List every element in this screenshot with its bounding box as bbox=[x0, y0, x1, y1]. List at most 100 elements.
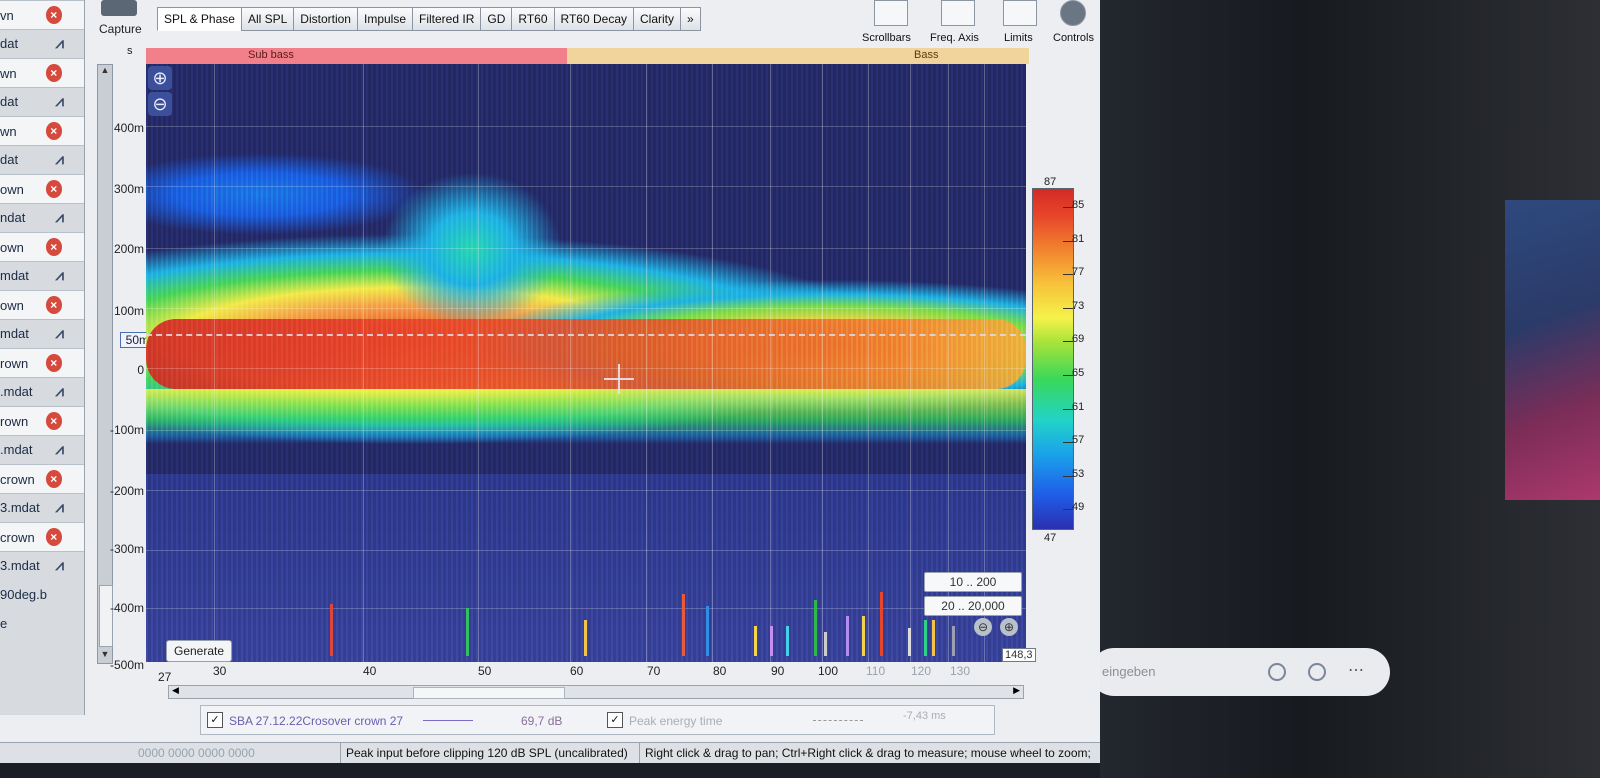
tab-distortion[interactable]: Distortion bbox=[293, 7, 358, 31]
trace-line-sample bbox=[423, 720, 473, 721]
impulse-wave-icon[interactable]: ⩘ bbox=[56, 325, 64, 342]
sidebar-item-file[interactable]: dat ⩘ bbox=[0, 29, 84, 57]
freq-axis-icon[interactable] bbox=[941, 0, 975, 26]
search-bar[interactable]: eingeben ⋯ bbox=[1090, 648, 1390, 696]
impulse-wave-icon[interactable]: ⩘ bbox=[56, 441, 64, 458]
sidebar-item-file[interactable]: 3.mdat ⩘ bbox=[0, 493, 84, 521]
impulse-wave-icon[interactable]: ⩘ bbox=[56, 557, 64, 574]
scrollbars-icon[interactable] bbox=[874, 0, 908, 26]
scroll-thumb[interactable] bbox=[99, 585, 113, 647]
zoom-out-icon[interactable]: ⊖ bbox=[148, 92, 172, 116]
scrollbars-button[interactable]: Scrollbars bbox=[862, 32, 911, 44]
tab-more[interactable]: » bbox=[680, 7, 701, 31]
tab-spl-phase[interactable]: SPL & Phase bbox=[157, 7, 242, 31]
freq-range-preset-b[interactable]: 20 .. 20,000 bbox=[924, 596, 1022, 616]
tab-rt60-decay[interactable]: RT60 Decay bbox=[553, 7, 634, 31]
peak-energy-value: -7,43 ms bbox=[903, 710, 946, 722]
zoom-in-icon[interactable]: ⊕ bbox=[148, 66, 172, 90]
impulse-wave-icon[interactable]: ⩘ bbox=[56, 151, 64, 168]
gear-icon[interactable] bbox=[1060, 0, 1086, 26]
x-axis-max-field[interactable]: 148,3 bbox=[1002, 648, 1036, 662]
sidebar-item-name[interactable]: vn × bbox=[0, 0, 84, 30]
scroll-left-icon[interactable]: ◀ bbox=[172, 685, 179, 696]
impulse-wave-icon[interactable]: ⩘ bbox=[56, 383, 64, 400]
more-icon[interactable]: ⋯ bbox=[1348, 660, 1364, 680]
impulse-marker bbox=[682, 594, 685, 656]
close-icon[interactable]: × bbox=[45, 180, 62, 198]
peak-energy-checkbox[interactable]: ✓ bbox=[607, 712, 623, 728]
impulse-wave-icon[interactable]: ⩘ bbox=[56, 209, 64, 226]
sidebar-item-name[interactable]: wn × bbox=[0, 58, 84, 88]
sidebar-item-name[interactable]: crown × bbox=[0, 522, 84, 552]
sidebar-item-file[interactable]: mdat ⩘ bbox=[0, 319, 84, 347]
controls-button[interactable]: Controls bbox=[1053, 32, 1094, 44]
colorscale-tick-label: 49 bbox=[1072, 501, 1085, 514]
close-icon[interactable]: × bbox=[45, 354, 62, 372]
sidebar-item-name[interactable]: own × bbox=[0, 290, 84, 320]
hscroll-thumb[interactable] bbox=[413, 687, 565, 699]
sidebar-item-file[interactable]: dat ⩘ bbox=[0, 87, 84, 115]
sidebar-item-other[interactable]: 90deg.b bbox=[0, 580, 84, 608]
sidebar-item-file[interactable]: 3.mdat ⩘ bbox=[0, 551, 84, 579]
tab-clarity[interactable]: Clarity bbox=[633, 7, 682, 31]
sidebar-item-file[interactable]: .mdat ⩘ bbox=[0, 377, 84, 405]
freq-axis-button[interactable]: Freq. Axis bbox=[930, 32, 979, 44]
sidebar-item-other[interactable]: e bbox=[0, 609, 84, 637]
close-icon[interactable]: × bbox=[45, 122, 62, 140]
close-icon[interactable]: × bbox=[45, 296, 62, 314]
tab-rt60[interactable]: RT60 bbox=[511, 7, 555, 31]
status-levels: 0000 0000 0000 0000 bbox=[138, 746, 255, 760]
spectrogram-plot[interactable]: ⊕ ⊖ 10 .. 200 20 .. 20,000 ⊖ ⊕ Generate bbox=[146, 64, 1026, 662]
close-icon[interactable]: × bbox=[45, 528, 62, 546]
close-icon[interactable]: × bbox=[45, 412, 62, 430]
zoom-in-x-icon[interactable]: ⊕ bbox=[1000, 618, 1018, 636]
capture-button[interactable]: Capture bbox=[99, 22, 142, 36]
sidebar-item-name[interactable]: rown × bbox=[0, 406, 84, 436]
scroll-right-icon[interactable]: ▶ bbox=[1013, 685, 1020, 696]
y-tick-label: -500m bbox=[109, 658, 144, 672]
sidebar-item-name[interactable]: own × bbox=[0, 232, 84, 262]
tab-filtered-ir[interactable]: Filtered IR bbox=[412, 7, 482, 31]
grid-line-horizontal bbox=[146, 430, 1026, 431]
horizontal-scrollbar[interactable]: ◀ ▶ bbox=[168, 685, 1024, 699]
limits-icon[interactable] bbox=[1003, 0, 1037, 26]
trace-checkbox[interactable]: ✓ bbox=[207, 712, 223, 728]
tab-impulse[interactable]: Impulse bbox=[356, 7, 414, 31]
impulse-wave-icon[interactable]: ⩘ bbox=[56, 267, 64, 284]
zoom-out-x-icon[interactable]: ⊖ bbox=[974, 618, 992, 636]
freq-range-preset-a[interactable]: 10 .. 200 bbox=[924, 572, 1022, 592]
impulse-wave-icon[interactable]: ⩘ bbox=[56, 35, 64, 52]
x-tick-label: 100 bbox=[818, 664, 839, 678]
help-icon[interactable] bbox=[1308, 663, 1326, 681]
sidebar-item-file[interactable]: dat ⩘ bbox=[0, 145, 84, 173]
scroll-up-icon[interactable]: ▲ bbox=[98, 65, 112, 79]
close-icon[interactable]: × bbox=[45, 6, 62, 24]
band-bass-label: Bass bbox=[914, 49, 939, 61]
sidebar-item-name[interactable]: wn × bbox=[0, 116, 84, 146]
tab-all-spl[interactable]: All SPL bbox=[240, 7, 295, 31]
sidebar-item-file[interactable]: mdat ⩘ bbox=[0, 261, 84, 289]
sidebar-item-name[interactable]: crown × bbox=[0, 464, 84, 494]
sidebar-item-label: .mdat bbox=[0, 383, 33, 399]
background-fabric bbox=[1505, 200, 1600, 500]
bing-icon[interactable] bbox=[1268, 663, 1286, 681]
impulse-wave-icon[interactable]: ⩘ bbox=[56, 93, 64, 110]
grid-line-vertical bbox=[478, 64, 479, 662]
impulse-wave-icon[interactable]: ⩘ bbox=[56, 499, 64, 516]
sidebar-item-label: dat bbox=[0, 93, 19, 109]
sidebar-item-file[interactable]: ndat ⩘ bbox=[0, 203, 84, 231]
grid-line-horizontal bbox=[146, 248, 1026, 249]
grid-line-horizontal bbox=[146, 308, 1026, 309]
sidebar-item-label: 3.mdat bbox=[0, 499, 40, 515]
limits-button[interactable]: Limits bbox=[1004, 32, 1033, 44]
sidebar-item-name[interactable]: rown × bbox=[0, 348, 84, 378]
close-icon[interactable]: × bbox=[45, 64, 62, 82]
close-icon[interactable]: × bbox=[45, 238, 62, 256]
peak-energy-label: Peak energy time bbox=[629, 714, 723, 728]
close-icon[interactable]: × bbox=[45, 470, 62, 488]
generate-button[interactable]: Generate bbox=[166, 640, 233, 662]
sidebar-item-file[interactable]: .mdat ⩘ bbox=[0, 435, 84, 463]
capture-icon[interactable] bbox=[101, 0, 137, 16]
sidebar-item-name[interactable]: own × bbox=[0, 174, 84, 204]
tab-gd[interactable]: GD bbox=[480, 7, 513, 31]
